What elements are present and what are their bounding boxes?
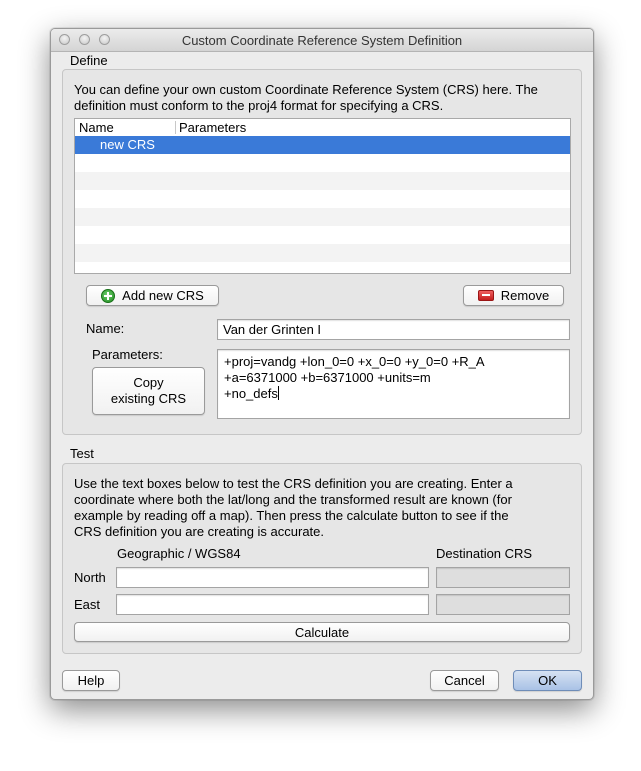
- crs-list-header: Name Parameters: [75, 119, 570, 137]
- empty-row: [75, 244, 570, 262]
- cancel-button[interactable]: Cancel: [430, 670, 499, 691]
- empty-row: [75, 208, 570, 226]
- east-destination-output: [436, 594, 570, 615]
- copy-button-line-1: Copy: [133, 375, 164, 390]
- empty-row: [75, 226, 570, 244]
- calculate-button[interactable]: Calculate: [74, 622, 570, 642]
- east-label: East: [74, 597, 101, 612]
- text-caret: [277, 386, 279, 400]
- test-description-line-2: coordinate where both the lat/long and t…: [74, 492, 512, 507]
- destination-crs-header: Destination CRS: [436, 546, 533, 561]
- remove-crs-label: Remove: [500, 288, 550, 303]
- help-button[interactable]: Help: [62, 670, 120, 691]
- title-bar[interactable]: Custom Coordinate Reference System Defin…: [51, 29, 593, 52]
- north-input[interactable]: [116, 567, 429, 588]
- crs-row-name: new CRS: [100, 137, 155, 152]
- test-description-line-3: example by reading off a map). Then pres…: [74, 508, 509, 523]
- define-description-line-1: You can define your own custom Coordinat…: [74, 82, 538, 97]
- parameters-textarea[interactable]: +proj=vandg +lon_0=0 +x_0=0 +y_0=0 +R_A +…: [217, 349, 570, 419]
- north-destination-output: [436, 567, 570, 588]
- test-description-line-1: Use the text boxes below to test the CRS…: [74, 476, 513, 491]
- column-separator: [175, 121, 176, 134]
- empty-row: [75, 172, 570, 190]
- parameters-line-3: +no_defs: [224, 386, 278, 401]
- test-description-line-4: CRS definition you are creating is accur…: [74, 524, 325, 539]
- parameters-label: Parameters:: [92, 347, 163, 362]
- copy-existing-crs-button[interactable]: Copy existing CRS: [92, 367, 205, 415]
- minus-icon: [477, 290, 494, 301]
- ok-button[interactable]: OK: [513, 670, 582, 691]
- crs-name-input[interactable]: Van der Grinten I: [217, 319, 570, 340]
- copy-button-line-2: existing CRS: [110, 391, 187, 406]
- crs-definition-dialog: Custom Coordinate Reference System Defin…: [50, 28, 594, 700]
- empty-row: [75, 190, 570, 208]
- add-new-crs-button[interactable]: Add new CRS: [86, 285, 219, 306]
- define-description-line-2: definition must conform to the proj4 for…: [74, 98, 444, 113]
- crs-list-row-selected[interactable]: new CRS: [75, 136, 570, 154]
- east-input[interactable]: [116, 594, 429, 615]
- parameters-line-2: +a=6371000 +b=6371000 +units=m: [224, 370, 431, 385]
- test-section-label: Test: [70, 446, 94, 461]
- window-title: Custom Coordinate Reference System Defin…: [181, 33, 463, 48]
- north-label: North: [74, 570, 106, 585]
- add-new-crs-label: Add new CRS: [122, 288, 204, 303]
- column-header-name[interactable]: Name: [79, 120, 114, 135]
- parameters-line-1: +proj=vandg +lon_0=0 +x_0=0 +y_0=0 +R_A: [224, 354, 485, 369]
- empty-row: [75, 154, 570, 172]
- define-section-label: Define: [70, 53, 108, 68]
- remove-crs-button[interactable]: Remove: [463, 285, 564, 306]
- plus-icon: [101, 288, 116, 303]
- column-header-parameters[interactable]: Parameters: [179, 120, 246, 135]
- name-label: Name:: [86, 321, 125, 336]
- crs-list[interactable]: Name Parameters new CRS: [74, 118, 571, 274]
- geographic-header: Geographic / WGS84: [117, 546, 241, 561]
